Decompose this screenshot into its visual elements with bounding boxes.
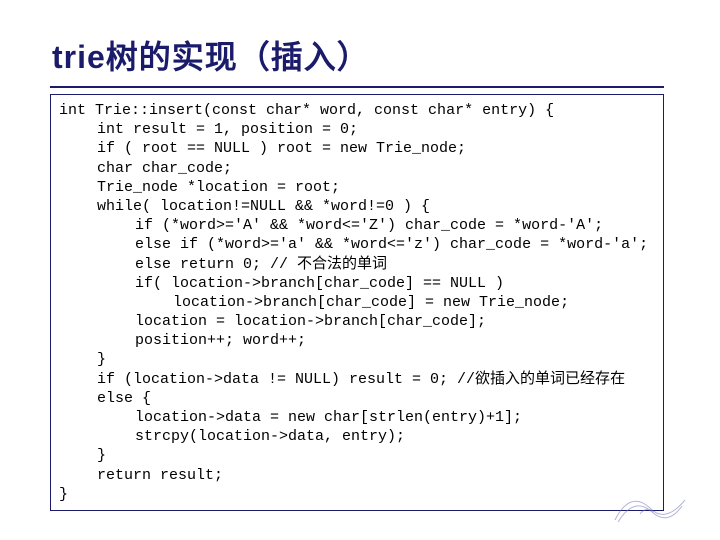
slide-title: trie树的实现（插入） bbox=[52, 32, 674, 78]
decorative-flourish-icon bbox=[610, 480, 690, 528]
code-line: if (location->data != NULL) result = 0; … bbox=[59, 370, 655, 389]
code-line: char char_code; bbox=[59, 159, 655, 178]
code-line: location->data = new char[strlen(entry)+… bbox=[59, 408, 655, 427]
code-line: int result = 1, position = 0; bbox=[59, 120, 655, 139]
code-line: position++; word++; bbox=[59, 331, 655, 350]
code-line: if ( root == NULL ) root = new Trie_node… bbox=[59, 139, 655, 158]
code-line: if( location->branch[char_code] == NULL … bbox=[59, 274, 655, 293]
slide: trie树的实现（插入） int Trie::insert(const char… bbox=[0, 0, 720, 540]
code-line: else if (*word>='a' && *word<='z') char_… bbox=[59, 235, 655, 254]
code-line: Trie_node *location = root; bbox=[59, 178, 655, 197]
title-underline bbox=[50, 86, 664, 88]
code-line: location->branch[char_code] = new Trie_n… bbox=[59, 293, 655, 312]
code-block: int Trie::insert(const char* word, const… bbox=[50, 94, 664, 511]
code-line: } bbox=[59, 486, 68, 503]
code-line: location = location->branch[char_code]; bbox=[59, 312, 655, 331]
code-line: if (*word>='A' && *word<='Z') char_code … bbox=[59, 216, 655, 235]
code-line: } bbox=[59, 350, 655, 369]
code-line: strcpy(location->data, entry); bbox=[59, 427, 655, 446]
code-line: else { bbox=[59, 389, 655, 408]
code-line: else return 0; // 不合法的单词 bbox=[59, 255, 655, 274]
code-line: return result; bbox=[59, 466, 655, 485]
code-line: while( location!=NULL && *word!=0 ) { bbox=[59, 197, 655, 216]
code-line: int Trie::insert(const char* word, const… bbox=[59, 102, 554, 119]
code-line: } bbox=[59, 446, 655, 465]
